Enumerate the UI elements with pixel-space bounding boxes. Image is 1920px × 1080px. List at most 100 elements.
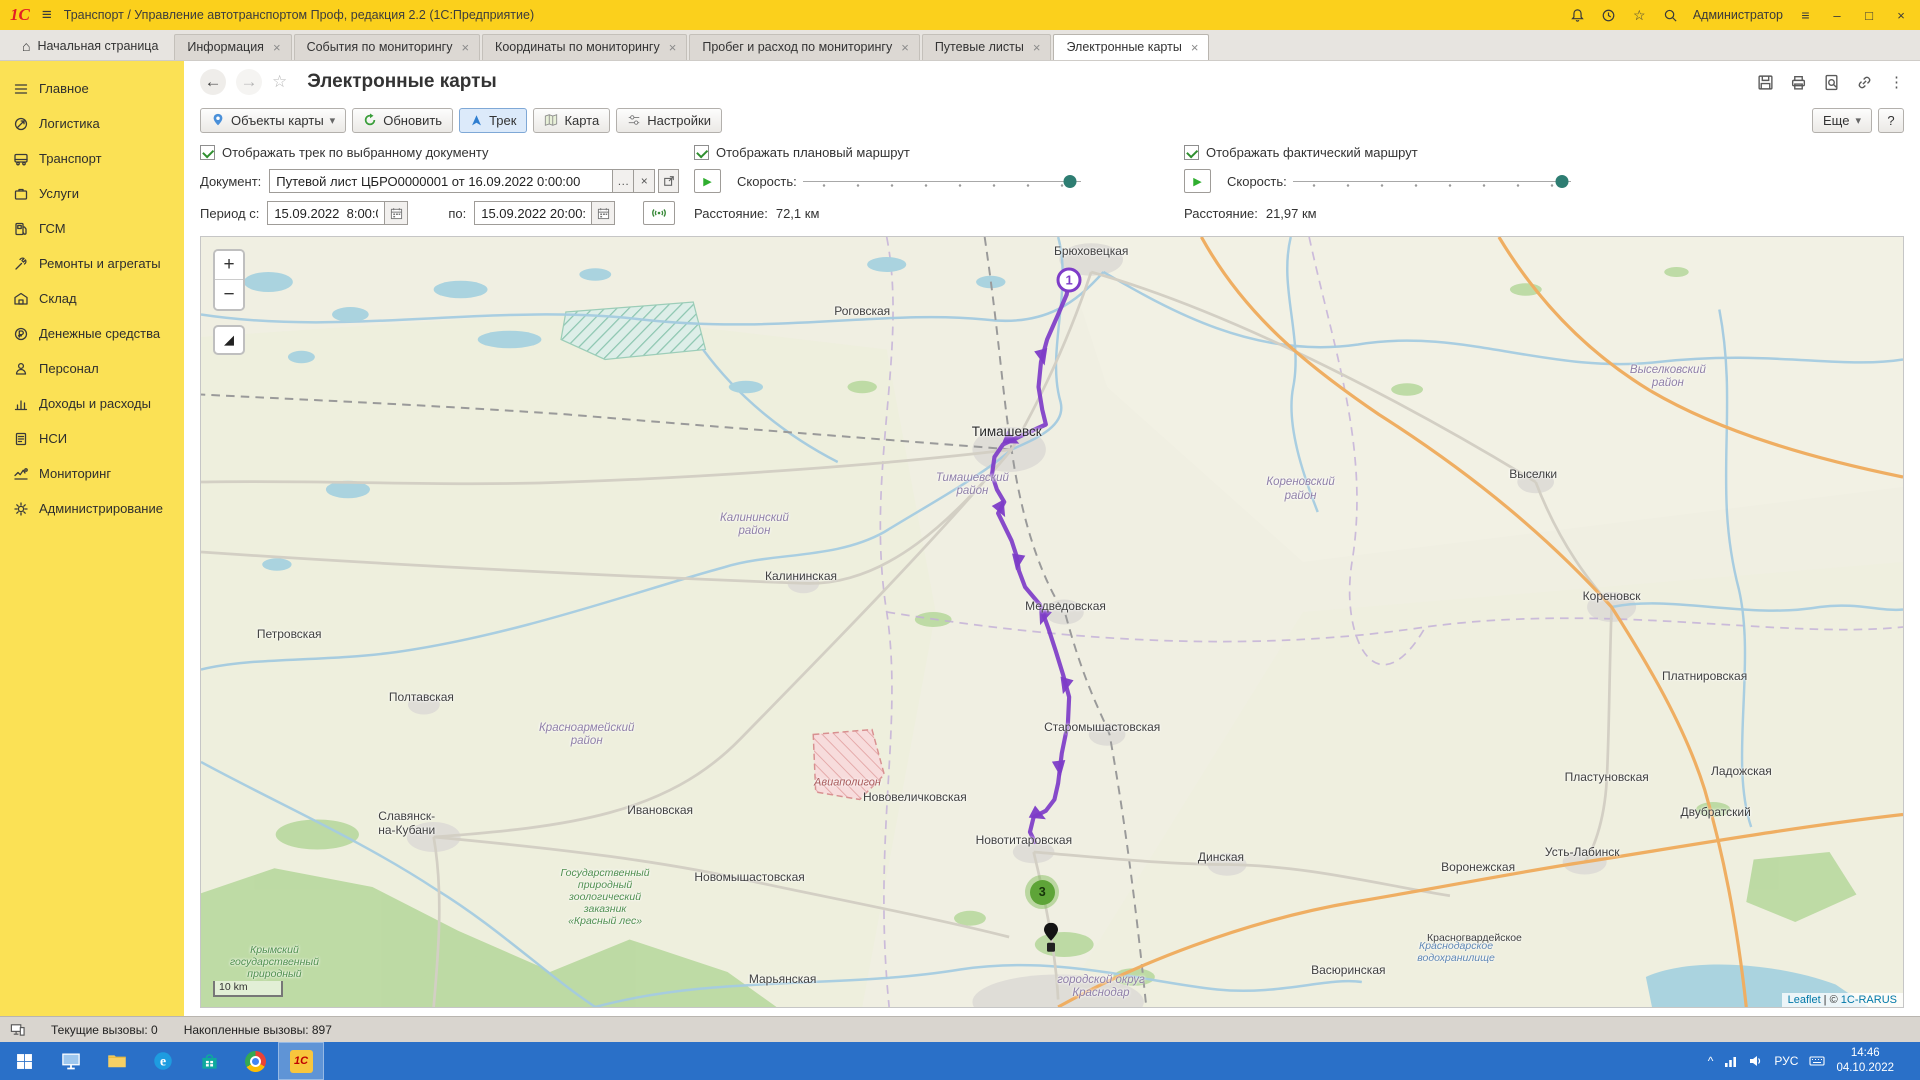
language-indicator[interactable]: РУС [1774,1054,1798,1068]
taskbar-chrome[interactable] [232,1042,278,1080]
actual-play-button[interactable]: ▶ [1184,169,1211,193]
sidebar-item-monitoring[interactable]: Мониторинг [0,456,184,491]
sidebar-item-main[interactable]: Главное [0,71,184,106]
planned-play-button[interactable]: ▶ [694,169,721,193]
marker-cluster[interactable]: 3 [1025,875,1059,909]
measure-icon: ◢ [224,332,234,348]
tab-close-icon[interactable]: × [901,41,909,54]
calendar-icon[interactable] [592,201,615,225]
more-button[interactable]: Еще ▾ [1812,108,1872,133]
taskbar-clock[interactable]: 14:46 04.10.2022 [1836,1046,1894,1076]
tab-Координаты по мониторингу[interactable]: Координаты по мониторингу× [482,34,687,60]
tab-Информация[interactable]: Информация× [174,34,291,60]
tab-События по мониторингу[interactable]: События по мониторингу× [294,34,480,60]
sound-icon[interactable] [1749,1054,1763,1068]
sidebar-item-repairs[interactable]: Ремонты и агрегаты [0,246,184,281]
document-choose-button[interactable]: … [613,169,634,193]
sidebar-item-warehouse[interactable]: Склад [0,281,184,316]
calendar-icon[interactable] [385,201,408,225]
marker-cluster-count: 3 [1030,880,1055,905]
taskbar-1c-app[interactable]: 1С [278,1042,324,1080]
sidebar-item-personnel[interactable]: Персонал [0,351,184,386]
notifications-icon[interactable] [1569,7,1586,24]
forward-button[interactable]: → [236,69,262,95]
leaflet-link[interactable]: Leaflet [1788,994,1821,1006]
service-menu-icon[interactable]: ≡ [1797,7,1814,24]
back-button[interactable]: ← [200,69,226,95]
search-icon[interactable] [1662,7,1679,24]
map-objects-button[interactable]: Объекты карты ▾ [200,108,346,133]
map-container[interactable]: БрюховецкаяРоговскаяТимашевскТимашевский… [200,236,1904,1008]
zoom-out-button[interactable]: − [215,280,243,309]
monitoring-icon [12,465,29,482]
taskbar-store[interactable] [186,1042,232,1080]
sidebar-item-transport[interactable]: Транспорт [0,141,184,176]
windows-logo-icon [16,1053,33,1070]
tab-Пробег и расход по мониторингу[interactable]: Пробег и расход по мониторингу× [689,34,919,60]
maximize-button[interactable]: □ [1860,8,1878,23]
keyboard-icon[interactable] [1809,1054,1825,1068]
actual-speed-handle[interactable] [1556,175,1569,188]
period-from-input[interactable] [267,201,385,225]
start-button[interactable] [0,1042,48,1080]
checkbox-checked-icon[interactable] [200,145,215,160]
map-button[interactable]: Карта [533,108,610,133]
preview-icon[interactable] [1823,74,1840,91]
sidebar-item-fuel[interactable]: ГСМ [0,211,184,246]
show-planned-checkbox[interactable]: Отображать плановый маршрут [694,145,910,160]
sidebar-item-admin[interactable]: Администрирование [0,491,184,526]
taskbar-computer[interactable] [48,1042,94,1080]
sidebar-item-income[interactable]: Доходы и расходы [0,386,184,421]
favorites-icon[interactable]: ☆ [1631,7,1648,24]
vendor-link[interactable]: 1C-RARUS [1841,994,1897,1006]
current-user[interactable]: Администратор [1693,8,1783,22]
tab-close-icon[interactable]: × [1033,41,1041,54]
period-to-input[interactable] [474,201,592,225]
favorite-page-icon[interactable]: ☆ [272,72,287,92]
planned-speed-slider[interactable] [803,169,1081,193]
document-open-button[interactable] [658,169,679,193]
link-icon[interactable] [1856,74,1873,91]
zoom-in-button[interactable]: + [215,251,243,280]
refresh-button[interactable]: Обновить [352,108,453,133]
show-actual-label: Отображать фактический маршрут [1206,145,1418,160]
tab-Путевые листы[interactable]: Путевые листы× [922,34,1052,60]
slider-track [1293,181,1571,182]
measure-tool-button[interactable]: ◢ [213,325,245,355]
tab-Электронные карты[interactable]: Электронные карты× [1053,34,1209,60]
sidebar-item-services[interactable]: Услуги [0,176,184,211]
sidebar-item-money[interactable]: Денежные средства [0,316,184,351]
history-icon[interactable] [1600,7,1617,24]
track-button[interactable]: Трек [459,108,527,133]
minimize-button[interactable]: – [1828,8,1846,23]
marker-vehicle[interactable] [1042,923,1060,958]
sidebar-item-logistics[interactable]: Логистика [0,106,184,141]
taskbar-explorer[interactable] [94,1042,140,1080]
main-menu-icon[interactable]: ≡ [42,5,52,25]
tab-home[interactable]: ⌂ Начальная страница [6,33,174,60]
checkbox-checked-icon[interactable] [1184,145,1199,160]
network-icon[interactable] [1724,1054,1738,1068]
tray-expand-icon[interactable]: ^ [1708,1054,1714,1068]
monitoring-signal-button[interactable] [643,201,675,225]
close-button[interactable]: × [1892,8,1910,23]
show-track-checkbox[interactable]: Отображать трек по выбранному документу [200,145,489,160]
save-icon[interactable] [1757,74,1774,91]
show-actual-checkbox[interactable]: Отображать фактический маршрут [1184,145,1418,160]
settings-button[interactable]: Настройки [616,108,722,133]
checkbox-checked-icon[interactable] [694,145,709,160]
marker-start[interactable]: 1 [1057,267,1082,292]
document-input[interactable] [269,169,613,193]
taskbar-edge[interactable]: e [140,1042,186,1080]
tab-close-icon[interactable]: × [1191,41,1199,54]
planned-speed-handle[interactable] [1063,175,1076,188]
tab-close-icon[interactable]: × [273,41,281,54]
tab-close-icon[interactable]: × [669,41,677,54]
help-button[interactable]: ? [1878,108,1904,133]
actual-speed-slider[interactable] [1293,169,1571,193]
more-commands-icon[interactable]: ⋮ [1889,73,1904,91]
tab-close-icon[interactable]: × [461,41,469,54]
document-clear-button[interactable]: × [634,169,655,193]
print-icon[interactable] [1790,74,1807,91]
sidebar-item-nsi[interactable]: НСИ [0,421,184,456]
